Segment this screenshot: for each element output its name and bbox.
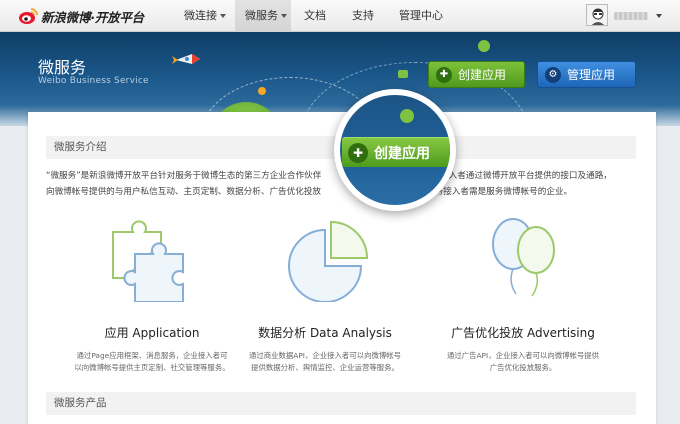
nav-item-support[interactable]: 支持 xyxy=(352,0,374,32)
gear-icon: ⚙ xyxy=(545,66,561,83)
nav-item-weifuwu[interactable]: 微服务 xyxy=(235,0,291,32)
chevron-down-icon xyxy=(281,14,287,18)
rocket-icon xyxy=(170,50,204,76)
magnifier-callout: ✚ 创建应用 xyxy=(334,89,456,211)
nav-item-weilianjie[interactable]: 微连接 xyxy=(184,0,226,32)
logo-text: 新浪微博·开放平台 xyxy=(41,9,144,25)
intro-line: 服务接入者需是服务微博帐号的企业。 xyxy=(426,187,573,197)
puzzle-pieces-icon xyxy=(57,210,247,303)
nav-label: 支持 xyxy=(352,9,374,22)
create-app-label: 创建应用 xyxy=(458,68,507,82)
manage-app-label: 管理应用 xyxy=(567,68,616,82)
nav-label: 管理中心 xyxy=(399,9,443,22)
feature-title: 数据分析 Data Analysis xyxy=(258,326,392,340)
feature-data-analysis: 数据分析 Data Analysis 通过商业数据API，企业接入者可以向微博帐… xyxy=(230,210,420,374)
top-navigation-bar: 新浪微博·开放平台 微连接 微服务 文档 支持 管理中心 xyxy=(0,0,680,32)
feature-title: 广告优化投放 Advertising xyxy=(451,326,595,340)
puzzle-icon: ✚ xyxy=(436,66,452,83)
magnifier-lens: ✚ 创建应用 xyxy=(340,95,450,205)
user-menu-chevron-icon[interactable] xyxy=(656,14,662,18)
map-pin-icon xyxy=(478,40,490,52)
create-app-label: 创建应用 xyxy=(374,145,430,162)
feature-application: 应用 Application 通过Page应用框架、消息服务，企业接入者可 以向… xyxy=(57,210,247,374)
create-app-button-zoomed[interactable]: ✚ 创建应用 xyxy=(342,137,450,167)
nav-label: 微连接 xyxy=(184,9,217,22)
create-app-button[interactable]: ✚ 创建应用 xyxy=(428,61,525,88)
weibo-eye-icon xyxy=(18,7,38,25)
page-subtitle: Weibo Business Service xyxy=(38,76,149,86)
user-avatar[interactable] xyxy=(586,4,608,26)
page-title: 微服务 xyxy=(38,58,87,77)
pie-chart-icon xyxy=(230,210,420,303)
balloons-icon xyxy=(428,210,618,302)
feature-description: 通过Page应用框架、消息服务，企业接入者可 以向微博帐号提供主页定制、社交管理… xyxy=(74,351,230,372)
feature-title: 应用 Application xyxy=(104,326,200,340)
nav-label: 文档 xyxy=(304,9,326,22)
puzzle-icon: ✚ xyxy=(348,142,368,163)
nav-label: 微服务 xyxy=(245,9,278,22)
nav-item-admin-center[interactable]: 管理中心 xyxy=(399,0,443,32)
chat-bubble-icon xyxy=(398,70,408,78)
dot-icon xyxy=(258,87,266,95)
map-pin-icon xyxy=(400,109,414,123)
intro-line: 接入者通过微博开放平台提供的接口及通路， xyxy=(440,171,612,181)
intro-line: “微服务”是新浪微博开放平台针对服务于微博生态的第三方企业合作伙伴 xyxy=(46,171,322,181)
manage-app-button[interactable]: ⚙ 管理应用 xyxy=(537,61,636,88)
feature-description: 通过广告API，企业接入者可以向微博帐号提供 广告优化投放服务。 xyxy=(446,351,600,372)
feature-description: 通过商业数据API，企业接入者可以向微博帐号 提供数据分析、舆情监控、企业运营等… xyxy=(248,351,402,372)
nav-item-docs[interactable]: 文档 xyxy=(304,0,326,32)
intro-line: 向微博帐号提供的与用户私信互动、主页定制、数据分析、广告优化投放 xyxy=(46,187,322,197)
products-section-header: 微服务产品 xyxy=(46,392,636,415)
username-blurred[interactable] xyxy=(614,12,648,20)
weibo-open-platform-logo[interactable]: 新浪微博·开放平台 xyxy=(18,6,144,26)
chevron-down-icon xyxy=(220,14,226,18)
feature-advertising: 广告优化投放 Advertising 通过广告API，企业接入者可以向微博帐号提… xyxy=(428,210,618,374)
